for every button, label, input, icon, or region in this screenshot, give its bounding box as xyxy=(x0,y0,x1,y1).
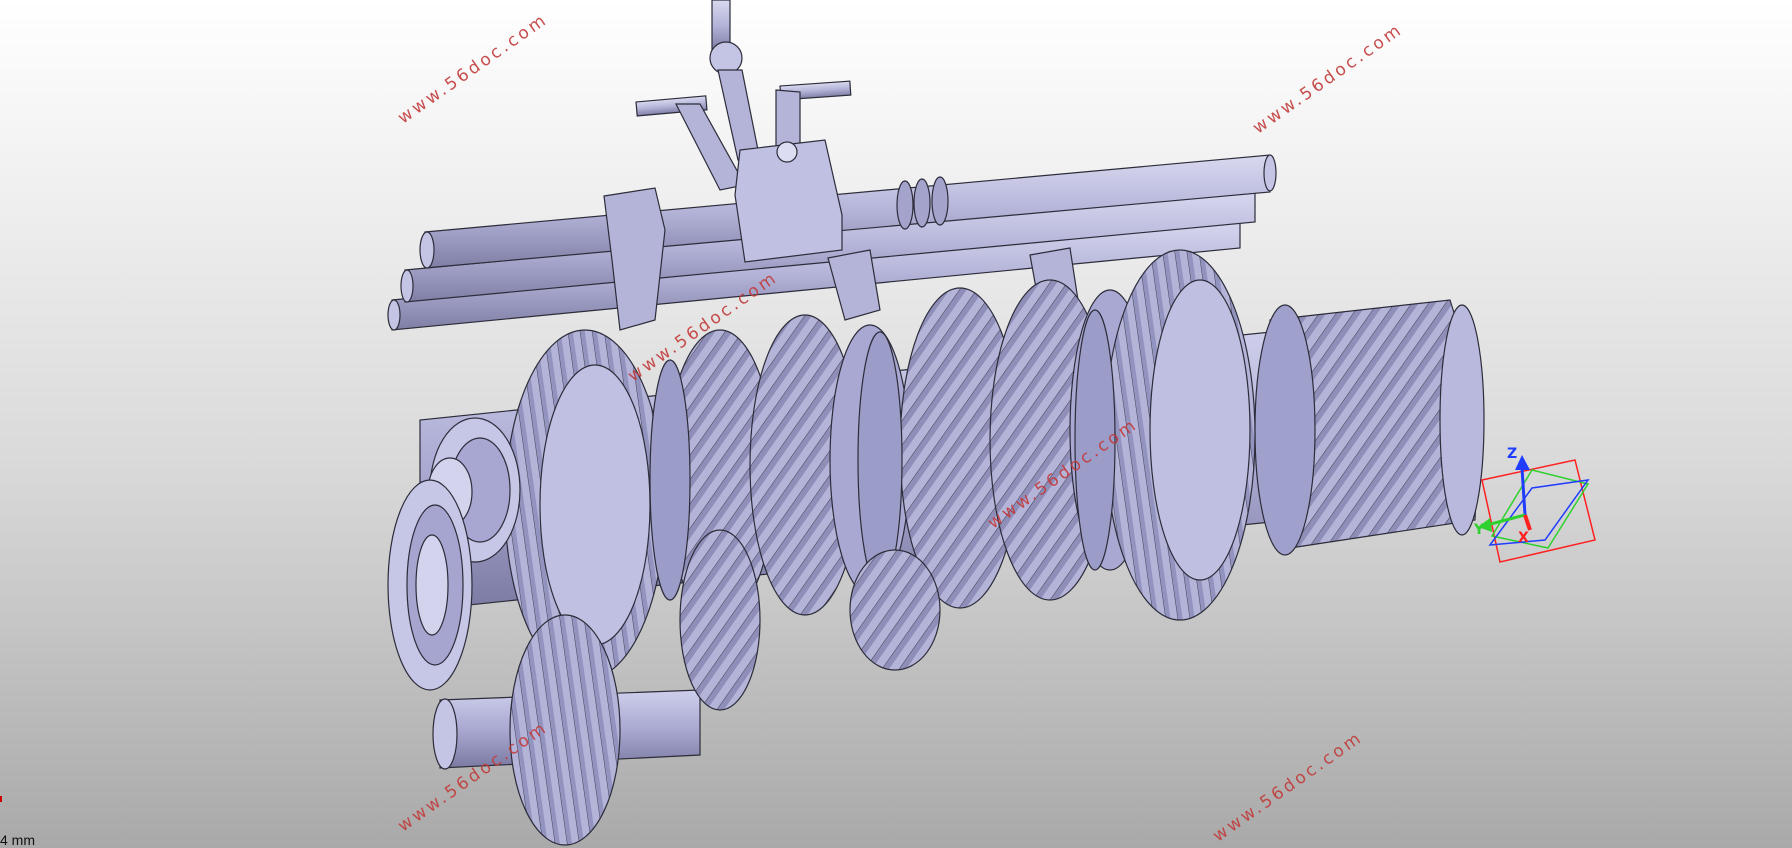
axis-y-label: Y xyxy=(1474,522,1485,538)
axis-z-label: Z xyxy=(1507,446,1518,462)
3d-viewport[interactable]: Z Y X www.56doc.com www.56doc.com www.56… xyxy=(0,0,1792,848)
axis-triad[interactable] xyxy=(1478,455,1596,563)
output-spline xyxy=(1254,299,1485,556)
scale-label: 4 mm xyxy=(0,832,35,848)
gearbox-assembly-icon[interactable] xyxy=(0,0,1792,848)
axis-x-label: X xyxy=(1518,530,1529,546)
scale-tick xyxy=(0,796,2,802)
